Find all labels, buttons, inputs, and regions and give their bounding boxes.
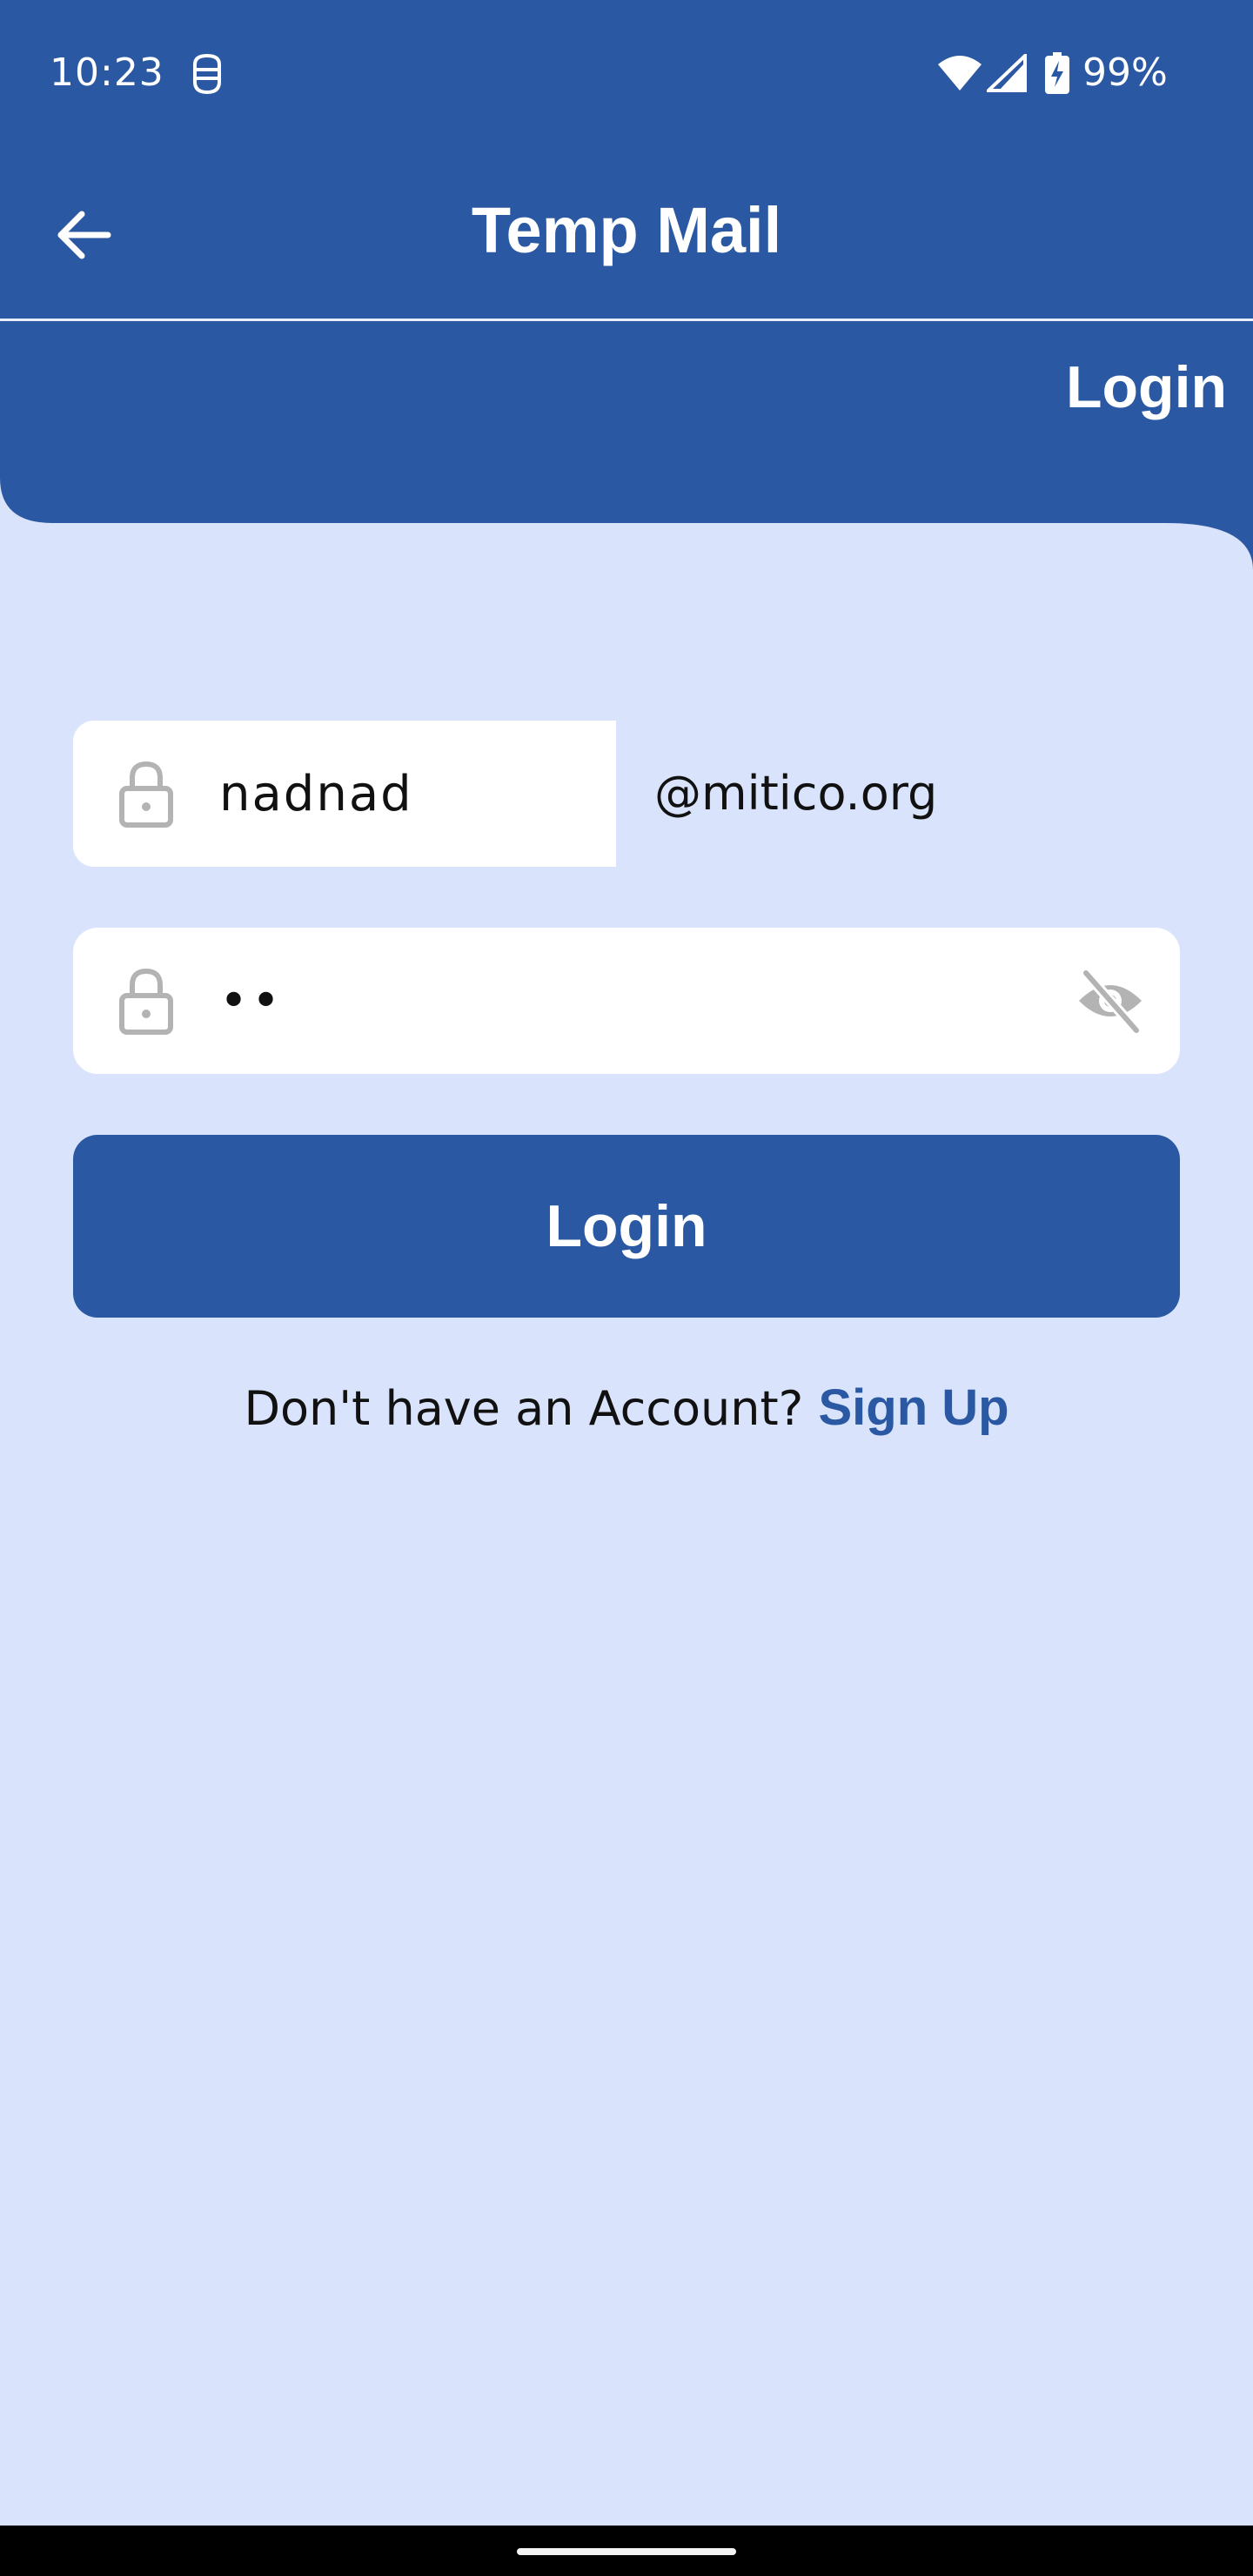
battery-charging-icon xyxy=(1045,52,1069,94)
password-input[interactable] xyxy=(219,963,1037,1039)
navigation-bar xyxy=(0,2526,1253,2576)
app-title: Temp Mail xyxy=(471,194,782,266)
wifi-icon xyxy=(938,56,982,91)
username-field[interactable] xyxy=(73,721,616,867)
header-title: Login xyxy=(1065,354,1227,420)
battery-percentage: 99% xyxy=(1082,50,1168,95)
home-gesture-handle[interactable] xyxy=(517,2548,736,2555)
login-button[interactable]: Login xyxy=(73,1135,1180,1318)
lock-icon xyxy=(119,968,173,1035)
robot-icon xyxy=(193,53,221,95)
password-field[interactable] xyxy=(73,928,1180,1074)
username-input[interactable] xyxy=(219,755,602,832)
email-domain: @mitico.org xyxy=(654,766,938,821)
signup-link[interactable]: Sign Up xyxy=(818,1379,1008,1436)
status-bar: 10:23 99% xyxy=(0,0,1253,148)
signup-prompt-text: Don't have an Account? xyxy=(244,1381,819,1436)
status-time: 10:23 xyxy=(50,50,164,95)
signal-icon xyxy=(987,54,1027,92)
lock-icon xyxy=(119,761,173,828)
signup-prompt: Don't have an Account? Sign Up xyxy=(0,1379,1253,1437)
login-screen: 10:23 99% Temp Mail Login nadnad @mitico… xyxy=(0,0,1253,2576)
eye-off-icon[interactable] xyxy=(1075,966,1145,1036)
app-bar: Temp Mail xyxy=(0,148,1253,319)
